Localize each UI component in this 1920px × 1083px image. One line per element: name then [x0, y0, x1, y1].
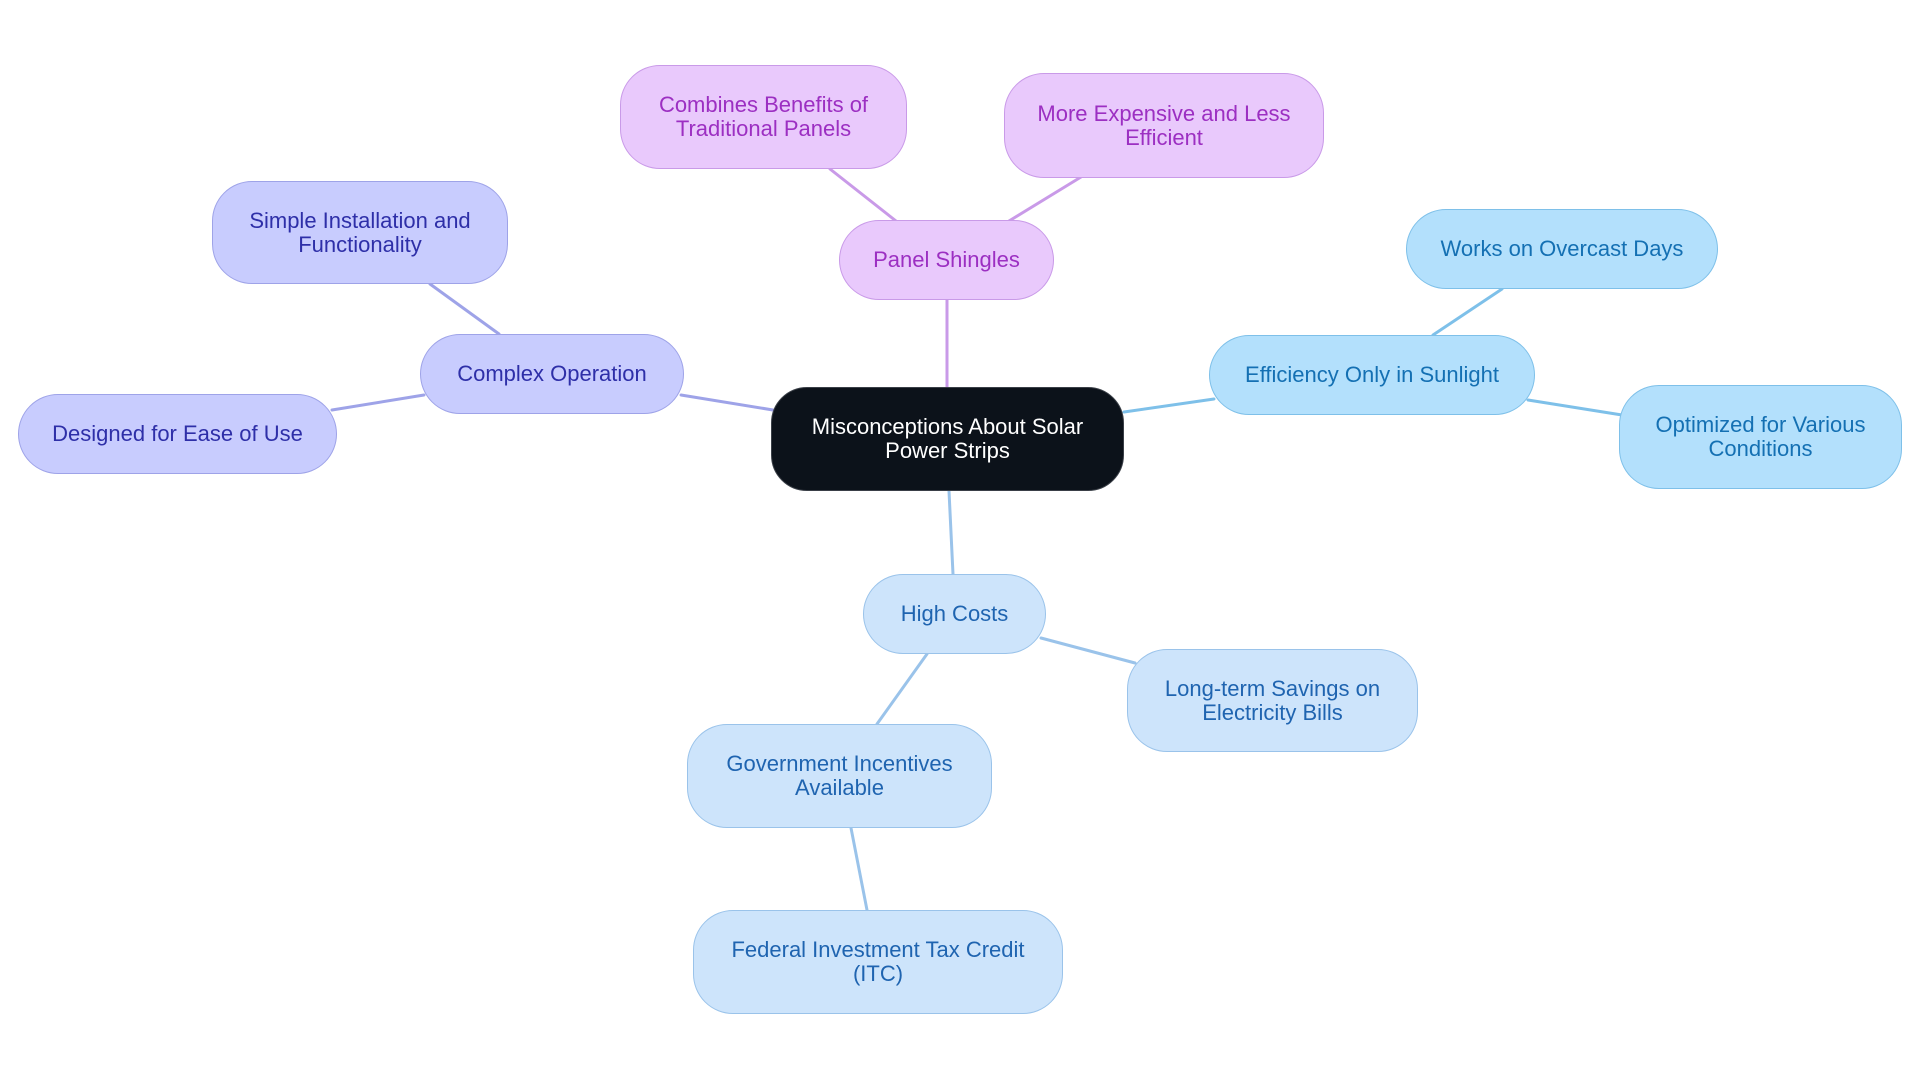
- node-label: Works on Overcast Days: [1440, 236, 1684, 261]
- edge-panel-shingles-more-expensive: [1007, 175, 1083, 223]
- edge-government-incentives-federal-itc: [849, 826, 869, 912]
- edge-root-complex-operation: [679, 393, 775, 412]
- node-works-overcast[interactable]: Works on Overcast Days: [1406, 209, 1718, 289]
- node-combines-benefits[interactable]: Combines Benefits of Traditional Panels: [620, 65, 907, 169]
- node-high-costs[interactable]: High Costs: [863, 574, 1046, 654]
- node-government-incentives[interactable]: Government Incentives Available: [687, 724, 992, 828]
- node-more-expensive[interactable]: More Expensive and Less Efficient: [1004, 73, 1324, 178]
- node-label: Optimized for Various Conditions: [1655, 412, 1866, 461]
- edge-complex-operation-simple-installation: [428, 282, 501, 336]
- node-designed-for-ease[interactable]: Designed for Ease of Use: [18, 394, 337, 474]
- node-simple-installation[interactable]: Simple Installation and Functionality: [212, 181, 508, 284]
- edge-root-high-costs: [947, 489, 955, 576]
- node-label: Efficiency Only in Sunlight: [1245, 362, 1499, 387]
- node-label: Complex Operation: [457, 361, 647, 386]
- node-label: Combines Benefits of Traditional Panels: [658, 92, 869, 141]
- edge-root-efficiency-sunlight: [1122, 397, 1216, 414]
- node-label: Designed for Ease of Use: [52, 421, 303, 446]
- node-label: Government Incentives Available: [726, 751, 953, 800]
- edge-panel-shingles-combines-benefits: [828, 167, 898, 223]
- node-long-term-savings[interactable]: Long-term Savings on Electricity Bills: [1127, 649, 1418, 752]
- node-label: More Expensive and Less Efficient: [1037, 100, 1291, 150]
- node-optimized-conditions[interactable]: Optimized for Various Conditions: [1619, 385, 1902, 489]
- edge-efficiency-sunlight-works-overcast: [1431, 287, 1504, 337]
- node-label: High Costs: [900, 601, 1009, 626]
- edge-high-costs-government-incentives: [875, 652, 929, 726]
- node-label: Federal Investment Tax Credit (ITC): [731, 937, 1025, 986]
- root-node-label: Misconceptions About Solar Power Strips: [811, 414, 1084, 463]
- node-label: Simple Installation and Functionality: [249, 207, 471, 257]
- root-node[interactable]: Misconceptions About Solar Power Strips: [771, 387, 1124, 491]
- node-efficiency-sunlight[interactable]: Efficiency Only in Sunlight: [1209, 335, 1535, 415]
- edge-complex-operation-designed-for-ease: [330, 393, 426, 412]
- node-complex-operation[interactable]: Complex Operation: [420, 334, 684, 414]
- node-label: Long-term Savings on Electricity Bills: [1164, 675, 1381, 725]
- edge-efficiency-sunlight-optimized-conditions: [1526, 398, 1624, 417]
- node-panel-shingles[interactable]: Panel Shingles: [839, 220, 1054, 300]
- node-federal-itc[interactable]: Federal Investment Tax Credit (ITC): [693, 910, 1063, 1014]
- node-label: Panel Shingles: [873, 247, 1020, 272]
- edge-high-costs-long-term-savings: [1039, 636, 1137, 665]
